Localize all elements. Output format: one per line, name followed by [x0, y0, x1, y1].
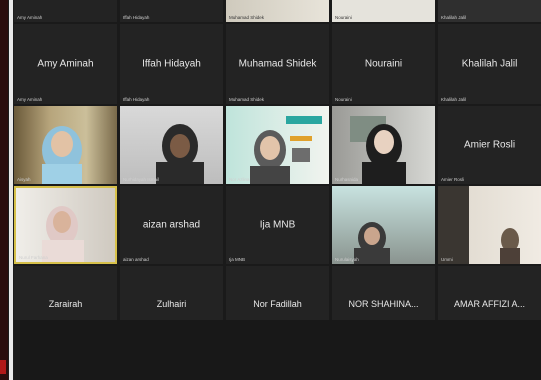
person-silhouette	[354, 222, 390, 264]
participant-tile[interactable]: Aisyah	[14, 106, 117, 184]
participant-tile[interactable]: Ummi	[438, 186, 541, 264]
participant-tile[interactable]: Nurhidayah Ismail	[120, 106, 223, 184]
participant-tile[interactable]: NOR SHAHINA...	[332, 266, 435, 320]
participant-label: aizan arshad	[123, 257, 149, 262]
participant-label: Khalilah Jalil	[441, 15, 467, 20]
participant-label: Iffah Hidayah	[123, 15, 150, 20]
participant-name: Muhamad Shidek	[238, 58, 317, 70]
left-edge-strip	[0, 0, 8, 380]
participant-name: aizan arshad	[142, 219, 201, 231]
participant-label: Nor Azlina	[229, 177, 250, 182]
participant-name: Nor Fadillah	[253, 298, 302, 309]
participant-tile[interactable]: Nouraini Nouraini	[332, 24, 435, 104]
participant-label: Amy Aminah	[17, 15, 43, 20]
participant-name: Iffah Hidayah	[142, 58, 201, 70]
participant-label: Nurul Farhana	[19, 255, 48, 260]
participant-label: Nouraini	[335, 97, 352, 102]
participant-tile[interactable]: Zarairah	[14, 266, 117, 320]
participant-label: Amier Rosli	[441, 177, 465, 182]
person-silhouette	[156, 124, 204, 184]
participant-tile[interactable]: Ija MNB Ija MNB	[226, 186, 329, 264]
participant-label: Amy Aminah	[17, 97, 43, 102]
participant-label: Ija MNB	[229, 257, 246, 262]
participant-tile[interactable]: Amier Rosli Amier Rosli	[438, 106, 541, 184]
participant-label: Muhamad Shidek	[229, 15, 265, 20]
participant-tile[interactable]: Zulhairi	[120, 266, 223, 320]
bottom-dark-area	[14, 320, 541, 380]
participant-tile[interactable]: Muhamad Shidek	[226, 0, 329, 22]
gallery-grid: Amy Aminah Iffah Hidayah Muhamad Shidek …	[14, 0, 541, 320]
participant-tile[interactable]: Nor Azlina	[226, 106, 329, 184]
participant-tile[interactable]: Nor Fadillah	[226, 266, 329, 320]
participant-label: Nurhidayah Ismail	[123, 177, 160, 182]
person-silhouette	[42, 126, 82, 184]
person-silhouette	[500, 228, 520, 264]
person-silhouette	[250, 116, 322, 184]
participant-label: Muhamad Shidek	[229, 97, 265, 102]
participant-tile[interactable]: Nurhasnida	[332, 106, 435, 184]
participant-name: Khalilah Jalil	[461, 58, 518, 70]
participant-label: Ummi	[441, 257, 453, 262]
participant-tile[interactable]: Iffah Hidayah	[120, 0, 223, 22]
participant-tile[interactable]: AMAR AFFIZI A...	[438, 266, 541, 320]
participant-tile[interactable]: Muhamad Shidek Muhamad Shidek	[226, 24, 329, 104]
participant-tile[interactable]: Khalilah Jalil	[438, 0, 541, 22]
participant-tile[interactable]: Amy Aminah	[14, 0, 117, 22]
participant-name: Ija MNB	[259, 219, 296, 231]
participant-tile[interactable]: Nurulaisyah	[332, 186, 435, 264]
participant-label: Nurhasnida	[335, 177, 359, 182]
participant-tile[interactable]: Khalilah Jalil Khalilah Jalil	[438, 24, 541, 104]
participant-name: Zarairah	[48, 298, 83, 309]
participant-label: Nouraini	[335, 15, 352, 20]
participant-tile[interactable]: aizan arshad aizan arshad	[120, 186, 223, 264]
participant-label: Khalilah Jalil	[441, 97, 467, 102]
participant-name: Amier Rosli	[463, 139, 516, 151]
participant-tile[interactable]: Nouraini	[332, 0, 435, 22]
participant-label: Iffah Hidayah	[123, 97, 150, 102]
participant-name: Amy Aminah	[37, 58, 94, 70]
participant-tile[interactable]: Iffah Hidayah Iffah Hidayah	[120, 24, 223, 104]
participant-label: Aisyah	[17, 177, 31, 182]
record-indicator	[0, 360, 6, 374]
participant-tile-active-speaker[interactable]: Nurul Farhana	[14, 186, 117, 264]
person-silhouette	[42, 206, 84, 262]
participant-name: Zulhairi	[156, 298, 187, 309]
participant-name: NOR SHAHINA...	[348, 298, 419, 309]
participant-name: AMAR AFFIZI A...	[453, 298, 525, 309]
participant-tile[interactable]: Amy Aminah Amy Aminah	[14, 24, 117, 104]
participant-name: Nouraini	[364, 58, 403, 70]
window-divider	[9, 0, 13, 380]
participant-label: Nurulaisyah	[335, 257, 359, 262]
person-silhouette	[350, 116, 406, 184]
